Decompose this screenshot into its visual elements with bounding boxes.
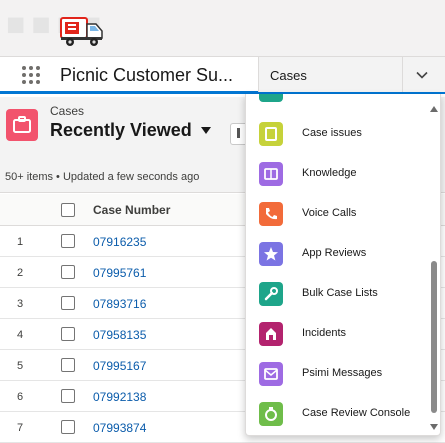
- case-number-link[interactable]: 07893716: [93, 297, 146, 311]
- list-view-title[interactable]: Recently Viewed: [50, 120, 192, 141]
- message-icon: [259, 362, 283, 386]
- delivery-truck-icon: [60, 17, 103, 46]
- menu-item-bulk-case-lists[interactable]: Bulk Case Lists: [246, 277, 426, 315]
- row-number: 7: [17, 422, 24, 434]
- menu-item-label: Case Review Console: [302, 407, 411, 419]
- case-number-link[interactable]: 07992138: [93, 390, 146, 404]
- menu-item-case-review-console[interactable]: Case Review Console: [246, 397, 426, 435]
- menu-item-voice-calls[interactable]: Voice Calls: [246, 197, 426, 235]
- object-label: Cases: [50, 104, 85, 118]
- tab-divider: [402, 57, 403, 92]
- star-icon: [259, 242, 283, 266]
- row-number: 2: [17, 267, 24, 279]
- menu-item-case-issues[interactable]: Case issues: [246, 117, 426, 155]
- select-all-checkbox[interactable]: [61, 203, 75, 217]
- menu-item-incidents[interactable]: Incidents: [246, 317, 426, 355]
- global-header: ■■■■: [0, 0, 445, 56]
- case-number-link[interactable]: 07993874: [93, 421, 146, 435]
- row-checkbox[interactable]: [61, 420, 75, 434]
- tab-cases[interactable]: Cases: [258, 57, 445, 92]
- menu-item-label: Bulk Case Lists: [302, 287, 378, 299]
- knowledge-icon: [259, 162, 283, 186]
- menu-item-knowledge[interactable]: Knowledge: [246, 157, 426, 195]
- menu-item-label: Knowledge: [302, 167, 357, 179]
- row-checkbox[interactable]: [61, 327, 75, 341]
- case-number-link[interactable]: 07995761: [93, 266, 146, 280]
- row-checkbox[interactable]: [61, 358, 75, 372]
- app-launcher-waffle-icon[interactable]: [22, 66, 42, 86]
- scrollbar-thumb[interactable]: [431, 261, 437, 413]
- scroll-down-arrow-icon[interactable]: [430, 424, 438, 430]
- menu-item-app-reviews[interactable]: App Reviews: [246, 237, 426, 275]
- incident-icon: [259, 322, 283, 346]
- case-icon: [6, 109, 38, 141]
- case-issues-icon: [259, 122, 283, 146]
- caret-down-icon[interactable]: [201, 127, 211, 135]
- menu-item-psimi-messages[interactable]: Psimi Messages: [246, 357, 426, 395]
- row-checkbox[interactable]: [61, 265, 75, 279]
- console-icon: [259, 402, 283, 426]
- column-header-case-number[interactable]: Case Number: [93, 203, 170, 217]
- row-number: 4: [17, 329, 24, 341]
- case-number-link[interactable]: 07995167: [93, 359, 146, 373]
- row-checkbox[interactable]: [61, 296, 75, 310]
- row-number: 5: [17, 360, 24, 372]
- case-number-link[interactable]: 07916235: [93, 235, 146, 249]
- phone-icon: [259, 202, 283, 226]
- app-name: Picnic Customer Su...: [60, 65, 234, 85]
- row-number: 3: [17, 298, 24, 310]
- row-checkbox[interactable]: [61, 234, 75, 248]
- tab-dropdown-menu: Case issues Knowledge Voice Calls App Re…: [245, 94, 441, 436]
- menu-item-label: Psimi Messages: [302, 367, 383, 379]
- row-number: 6: [17, 391, 24, 403]
- row-number: 1: [17, 236, 24, 248]
- row-checkbox[interactable]: [61, 389, 75, 403]
- dropdown-scrollbar[interactable]: [427, 94, 440, 435]
- list-status-text: 50+ items • Updated a few seconds ago: [5, 171, 200, 183]
- menu-item-label: App Reviews: [302, 247, 367, 259]
- menu-item-label: Voice Calls: [302, 207, 357, 219]
- menu-item-label: Case issues: [302, 127, 362, 139]
- chevron-down-icon[interactable]: [415, 68, 429, 82]
- wrench-icon: [259, 282, 283, 306]
- tab-cases-label: Cases: [270, 68, 307, 83]
- case-number-link[interactable]: 07958135: [93, 328, 146, 342]
- navigation-bar: Picnic Customer Su... Cases: [0, 56, 445, 94]
- partial-item-icon: [259, 94, 283, 102]
- menu-item-label: Incidents: [302, 327, 347, 339]
- scroll-up-arrow-icon[interactable]: [430, 106, 438, 112]
